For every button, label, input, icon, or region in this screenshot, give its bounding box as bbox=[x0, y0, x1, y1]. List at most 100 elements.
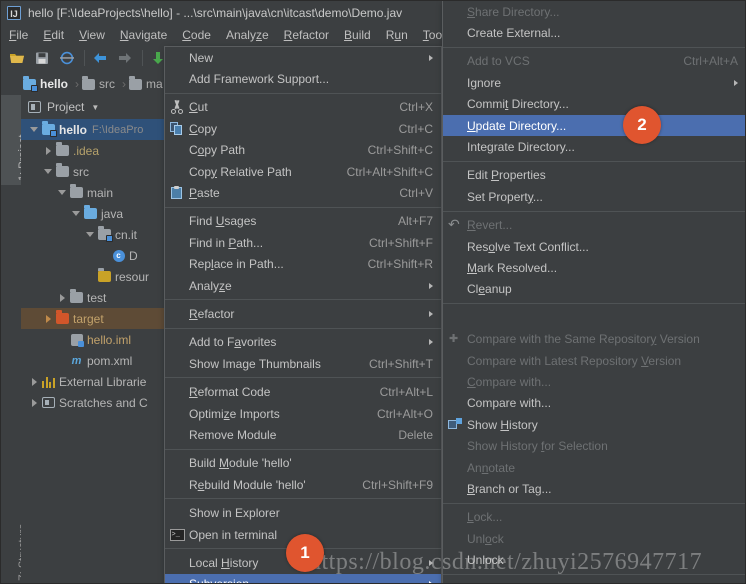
tool-window-tab-structure[interactable]: Z: Structure bbox=[1, 485, 29, 583]
menu-item-copy-path[interactable]: Copy Path Ctrl+Shift+C bbox=[165, 140, 441, 161]
submenu-arrow-icon bbox=[726, 79, 738, 86]
twisty-down-icon[interactable] bbox=[83, 224, 97, 245]
terminal-icon: >_ bbox=[165, 528, 189, 541]
menu-item-add-framework-support[interactable]: Add Framework Support... bbox=[165, 68, 441, 89]
twisty-down-icon[interactable] bbox=[55, 182, 69, 203]
tool-window-tab-project[interactable]: 1: Project bbox=[1, 95, 29, 185]
tree-node-hello-iml[interactable]: hello.iml bbox=[21, 329, 180, 350]
twisty-down-icon[interactable] bbox=[27, 119, 41, 140]
menu-item-show-image-thumbnails[interactable]: Show Image Thumbnails Ctrl+Shift+T bbox=[165, 353, 441, 374]
menu-item-new[interactable]: New bbox=[165, 47, 441, 68]
menu-view[interactable]: View bbox=[79, 28, 105, 42]
submenu-item-set-property[interactable]: Set Property... bbox=[443, 186, 745, 207]
sync-icon[interactable] bbox=[59, 50, 75, 66]
window-title: hello [F:\IdeaProjects\hello] - ...\src\… bbox=[28, 6, 403, 20]
submenu-item-branch-or-tag[interactable]: Branch or Tag... bbox=[443, 478, 745, 499]
menu-item-copy[interactable]: Copy Ctrl+C bbox=[165, 118, 441, 139]
tree-node-cn-itcast[interactable]: cn.it bbox=[21, 224, 180, 245]
menu-item-rebuild-module[interactable]: Rebuild Module 'hello' Ctrl+Shift+F9 bbox=[165, 474, 441, 495]
menu-run[interactable]: Run bbox=[386, 28, 408, 42]
breadcrumb-item-hello[interactable]: hello bbox=[23, 75, 68, 92]
tree-node-pom-xml[interactable]: m pom.xml bbox=[21, 350, 180, 371]
menu-tools[interactable]: Too bbox=[423, 28, 442, 42]
menu-edit[interactable]: Edit bbox=[43, 28, 64, 42]
twisty-right-icon[interactable] bbox=[41, 140, 55, 161]
submenu-item-show-history[interactable]: Show History bbox=[443, 414, 745, 435]
tree-node-resources[interactable]: resour bbox=[21, 266, 180, 287]
menu-item-add-to-favorites[interactable]: Add to Favorites bbox=[165, 332, 441, 353]
tree-node-scratches[interactable]: Scratches and C bbox=[21, 392, 180, 413]
tree-node-label: test bbox=[87, 290, 107, 305]
toolbar-separator-2 bbox=[142, 50, 143, 66]
menu-item-refactor[interactable]: Refactor bbox=[165, 303, 441, 324]
callout-badge-1: 1 bbox=[286, 534, 324, 572]
save-all-icon[interactable] bbox=[34, 50, 50, 66]
menu-item-remove-module[interactable]: Remove Module Delete bbox=[165, 424, 441, 445]
menu-file[interactable]: File bbox=[9, 28, 28, 42]
package-folder-icon bbox=[97, 226, 113, 242]
tree-node-label: Scratches and C bbox=[59, 395, 148, 410]
submenu-item-compare-with-branch[interactable]: Compare with... bbox=[443, 393, 745, 414]
tree-node-external-libraries[interactable]: External Librarie bbox=[21, 371, 180, 392]
menu-item-optimize-imports[interactable]: Optimize Imports Ctrl+Alt+O bbox=[165, 403, 441, 424]
menu-item-replace-in-path[interactable]: Replace in Path... Ctrl+Shift+R bbox=[165, 254, 441, 275]
breadcrumb-item-src[interactable]: src bbox=[82, 75, 115, 91]
menu-item-analyze[interactable]: Analyze bbox=[165, 275, 441, 296]
menu-item-find-in-path[interactable]: Find in Path... Ctrl+Shift+F bbox=[165, 232, 441, 253]
menu-build[interactable]: Build bbox=[344, 28, 371, 42]
submenu-item-mark-resolved[interactable]: Mark Resolved... bbox=[443, 257, 745, 278]
submenu-item-create-external[interactable]: Create External... bbox=[443, 22, 745, 43]
menu-item-paste[interactable]: Paste Ctrl+V bbox=[165, 182, 441, 203]
tree-node-target[interactable]: target bbox=[21, 308, 180, 329]
tree-node-java[interactable]: java bbox=[21, 203, 180, 224]
submenu-item-integrate-directory[interactable]: Integrate Directory... bbox=[443, 136, 745, 157]
submenu-arrow-icon bbox=[421, 282, 433, 289]
forward-icon[interactable] bbox=[117, 50, 133, 66]
project-panel-header[interactable]: Project ▼ bbox=[21, 95, 180, 119]
menu-item-label: Add Framework Support... bbox=[189, 72, 330, 87]
submenu-item-cleanup[interactable]: Cleanup bbox=[443, 279, 745, 300]
menu-navigate[interactable]: Navigate bbox=[120, 28, 167, 42]
twisty-right-icon[interactable] bbox=[27, 392, 41, 413]
tree-node-test[interactable]: test bbox=[21, 287, 180, 308]
submenu-item-annotate: Annotate bbox=[443, 457, 745, 478]
submenu-item-commit-directory[interactable]: Commit Directory... bbox=[443, 94, 745, 115]
submenu-item-ignore[interactable]: Ignore bbox=[443, 72, 745, 93]
menu-item-label: Branch or Tag... bbox=[467, 481, 552, 496]
twisty-right-icon[interactable] bbox=[41, 308, 55, 329]
tree-node-src[interactable]: src bbox=[21, 161, 180, 182]
tree-node-main[interactable]: main bbox=[21, 182, 180, 203]
menu-item-show-in-explorer[interactable]: Show in Explorer bbox=[165, 502, 441, 523]
menu-item-build-module[interactable]: Build Module 'hello' bbox=[165, 453, 441, 474]
tree-node-demo-class[interactable]: c D bbox=[21, 245, 180, 266]
twisty-down-icon[interactable] bbox=[69, 203, 83, 224]
menu-item-reformat-code[interactable]: Reformat Code Ctrl+Alt+L bbox=[165, 381, 441, 402]
tree-node-hello[interactable]: hello F:\IdeaPro bbox=[21, 119, 180, 140]
menu-item-label: Compare with Latest Repository Version bbox=[467, 353, 682, 368]
breadcrumb-item-main[interactable]: ma bbox=[129, 75, 163, 91]
menu-analyze[interactable]: Analyze bbox=[226, 28, 269, 42]
submenu-item-show-current-revision bbox=[443, 307, 745, 328]
submenu-item-browse-changes[interactable]: Browse Changes... bbox=[443, 578, 745, 583]
submenu-item-resolve-text-conflict[interactable]: Resolve Text Conflict... bbox=[443, 236, 745, 257]
twisty-right-icon[interactable] bbox=[27, 371, 41, 392]
tree-node-idea[interactable]: .idea bbox=[21, 140, 180, 161]
menu-item-find-usages[interactable]: Find Usages Alt+F7 bbox=[165, 211, 441, 232]
source-folder-icon bbox=[83, 205, 98, 219]
menu-item-accelerator: Ctrl+Shift+T bbox=[368, 356, 433, 371]
open-folder-icon[interactable] bbox=[9, 50, 25, 66]
folder-icon bbox=[55, 163, 70, 177]
menu-item-copy-relative-path[interactable]: Copy Relative Path Ctrl+Alt+Shift+C bbox=[165, 161, 441, 182]
chevron-down-icon[interactable]: ▼ bbox=[91, 103, 99, 112]
submenu-item-update-directory[interactable]: Update Directory... bbox=[443, 114, 745, 137]
twisty-down-icon[interactable] bbox=[41, 161, 55, 182]
menu-item-label: Create External... bbox=[467, 26, 561, 41]
tree-node-label: hello.iml bbox=[87, 332, 132, 347]
menu-code[interactable]: Code bbox=[182, 28, 211, 42]
menu-item-cut[interactable]: Cut Ctrl+X bbox=[165, 97, 441, 118]
menu-refactor[interactable]: Refactor bbox=[284, 28, 329, 42]
menu-separator bbox=[165, 327, 441, 329]
submenu-item-edit-properties[interactable]: Edit Properties bbox=[443, 165, 745, 186]
twisty-right-icon[interactable] bbox=[55, 287, 69, 308]
back-icon[interactable] bbox=[92, 50, 108, 66]
